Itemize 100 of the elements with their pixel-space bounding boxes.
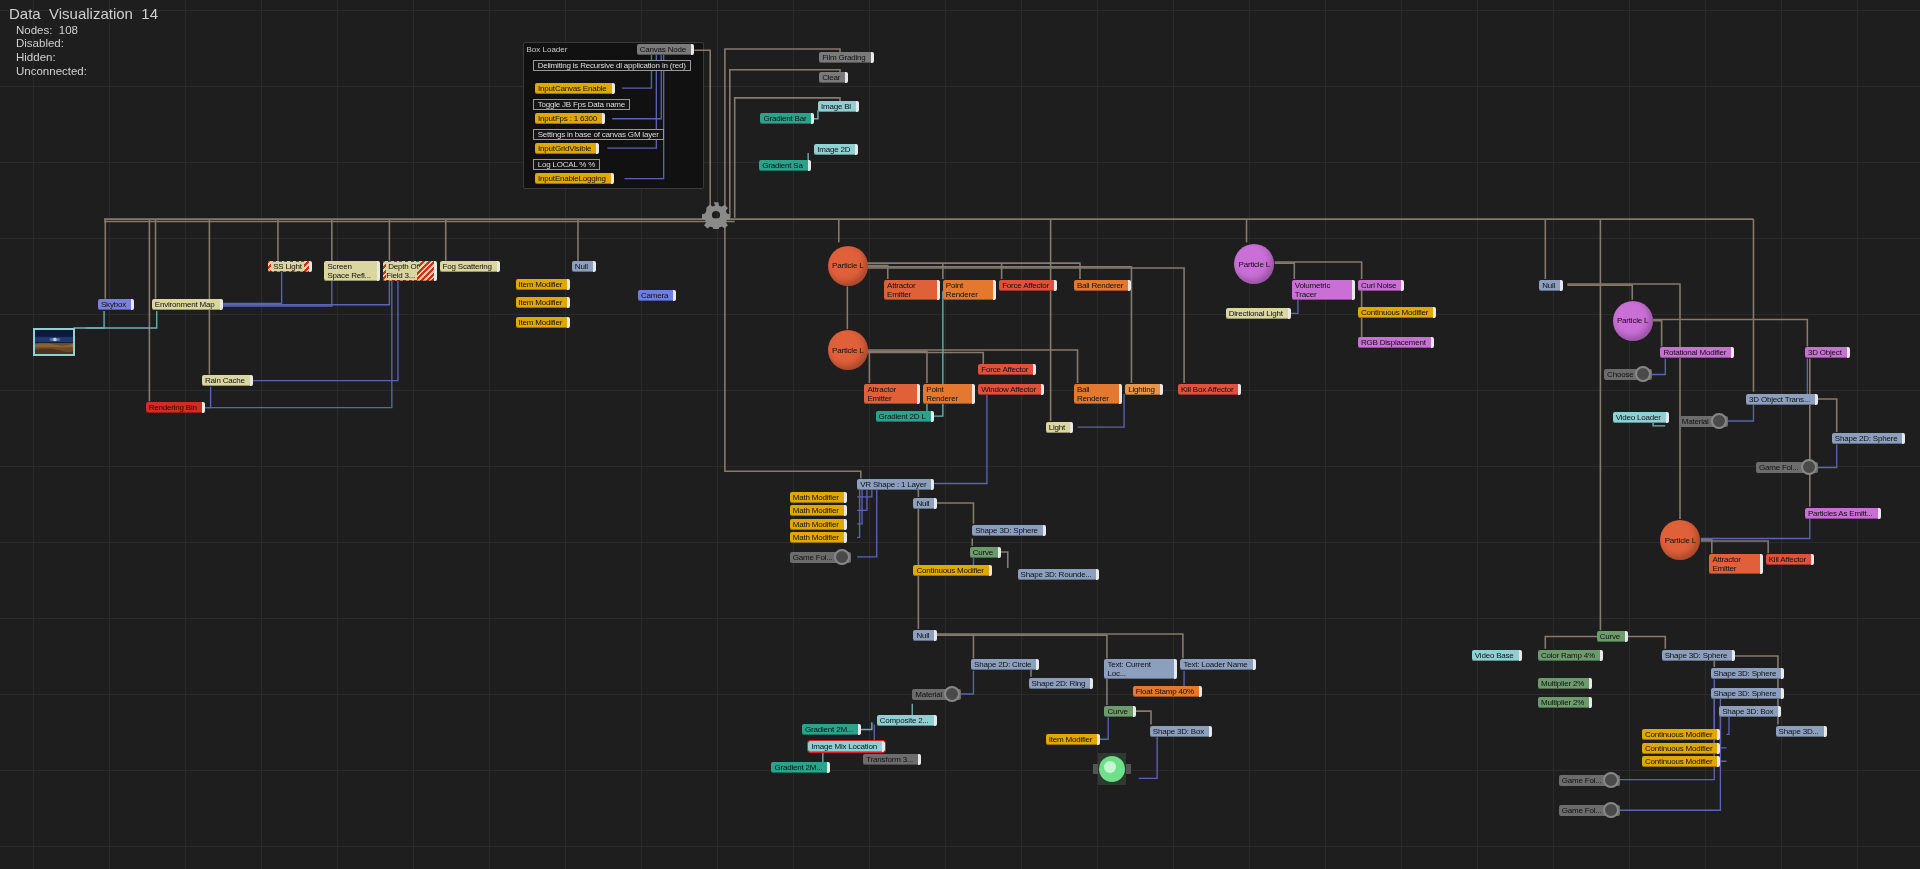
graph-node[interactable]: Kill Box Affector xyxy=(1177,383,1242,395)
sphere-node[interactable]: Particle L xyxy=(1612,300,1653,341)
dial-node[interactable]: Material xyxy=(912,688,962,700)
sphere-node[interactable]: Particle L xyxy=(1660,520,1701,560)
graph-node[interactable]: Attractor Emitter xyxy=(864,383,921,404)
graph-node[interactable]: 3D Object xyxy=(1804,347,1850,359)
graph-node[interactable]: Window Affector xyxy=(978,383,1045,395)
graph-node[interactable]: Force Affector xyxy=(978,364,1037,376)
graph-node[interactable]: Fog Scattering xyxy=(439,261,500,273)
graph-node[interactable]: Image Mix Location xyxy=(808,741,885,753)
graph-node[interactable]: InputFps : 1 6300 xyxy=(535,113,605,124)
graph-node[interactable]: Text: Loader Name xyxy=(1180,659,1256,671)
graph-node[interactable]: Directional Light xyxy=(1225,307,1291,319)
graph-node[interactable]: Skybox xyxy=(97,299,134,311)
dial-node[interactable]: Material xyxy=(1678,415,1728,427)
graph-node[interactable]: Item Modifier xyxy=(515,316,571,328)
comment-node[interactable]: Delimiting is Recursive dl application in (red) xyxy=(532,60,691,71)
graph-node[interactable]: Continuous Modifier xyxy=(1642,729,1721,741)
graph-node[interactable]: SS Light xyxy=(268,261,312,273)
graph-node[interactable]: Shape 3D: Box xyxy=(1719,705,1782,717)
graph-node[interactable]: Multiplier 2% xyxy=(1537,697,1593,709)
graph-node[interactable]: Gradient 2M... xyxy=(802,724,861,736)
graph-node[interactable]: Depth Of Field 3... xyxy=(383,261,437,282)
graph-node[interactable]: VR Shape : 1 Layer xyxy=(857,479,935,491)
graph-node[interactable]: Light xyxy=(1045,421,1074,433)
graph-node[interactable]: Image 2D xyxy=(814,143,859,155)
graph-node[interactable]: Item Modifier xyxy=(515,296,571,308)
dial-node[interactable]: Game Fol... xyxy=(789,551,852,563)
graph-node[interactable]: Rain Cache xyxy=(202,375,253,387)
graph-node[interactable]: Gradient Bar xyxy=(760,113,815,125)
graph-node[interactable]: Gradient Sa xyxy=(759,159,811,171)
graph-node[interactable]: Environment Map xyxy=(151,299,223,311)
graph-node[interactable]: Attractor Emitter xyxy=(1709,554,1763,575)
graph-node[interactable]: Curve xyxy=(1596,631,1629,643)
graph-node[interactable]: Curve xyxy=(969,546,1002,558)
graph-node[interactable]: Gradient 2D L xyxy=(875,410,934,422)
graph-node[interactable]: Null xyxy=(571,261,596,273)
comment-node[interactable]: Toggle JB Fps Data name xyxy=(532,98,631,110)
sphere-node[interactable]: Particle L xyxy=(827,330,868,371)
graph-node[interactable]: Math Modifier xyxy=(789,491,847,503)
graph-node[interactable]: Transform 3... xyxy=(863,753,921,765)
graph-node[interactable]: Image Bl xyxy=(817,101,859,112)
graph-node[interactable]: Shape 3D: Sphere xyxy=(972,524,1046,536)
graph-node[interactable]: Force Affector xyxy=(999,279,1058,291)
graph-node[interactable]: Continuous Modifier xyxy=(1642,756,1721,768)
graph-node[interactable]: Continuous Modifier xyxy=(1642,742,1721,754)
graph-node[interactable]: Screen Space Refl... xyxy=(324,261,381,282)
graph-node[interactable]: Shape 3D: Sphere xyxy=(1661,649,1736,661)
graph-node[interactable]: Math Modifier xyxy=(789,505,847,517)
graph-node[interactable]: Rendering Bin xyxy=(145,402,205,414)
graph-node[interactable]: Shape 3D: Rounde... xyxy=(1017,568,1100,580)
graph-node[interactable]: Point Renderer xyxy=(942,279,997,300)
graph-node[interactable]: Multiplier 2% xyxy=(1537,677,1593,689)
graph-node[interactable]: Shape 2D: Circle xyxy=(971,659,1040,671)
graph-node[interactable]: Canvas Node xyxy=(636,44,694,56)
graph-node[interactable]: Gradient 2M... xyxy=(771,762,831,774)
graph-node[interactable]: Kill Affector xyxy=(1765,554,1814,566)
graph-node[interactable]: Video Loader xyxy=(1612,412,1669,424)
graph-node[interactable]: Shape 3D: Sphere xyxy=(1710,687,1785,699)
comment-node[interactable]: Settings in base of canvas GM layer xyxy=(532,128,664,140)
graph-node[interactable]: Clear xyxy=(819,71,849,83)
dial-node[interactable]: Game Fol... xyxy=(1558,805,1621,817)
graph-node[interactable]: Attractor Emitter xyxy=(884,279,940,300)
graph-node[interactable]: Curl Noise xyxy=(1357,279,1405,291)
graph-node[interactable]: InputEnableLogging xyxy=(535,173,614,184)
graph-node[interactable]: Shape 3D: Sphere xyxy=(1710,667,1785,679)
graph-node[interactable]: 3D Object Trans... xyxy=(1746,393,1818,405)
graph-node[interactable]: Color Ramp 4% xyxy=(1537,649,1603,661)
graph-node[interactable]: Curve xyxy=(1104,705,1136,717)
graph-node[interactable]: Shape 2D: Ring xyxy=(1028,677,1094,689)
graph-node[interactable]: Null xyxy=(913,497,938,509)
graph-node[interactable]: Lighting xyxy=(1125,383,1163,395)
graph-node[interactable]: Camera xyxy=(637,289,677,301)
graph-node[interactable]: Math Modifier xyxy=(789,532,847,544)
graph-node[interactable]: Text: Current Loc... xyxy=(1104,659,1178,680)
graph-node[interactable]: InputGridVisible xyxy=(535,143,600,154)
graph-node[interactable]: Ball Renderer xyxy=(1073,279,1132,291)
graph-node[interactable]: Null xyxy=(1539,279,1564,291)
comment-node[interactable]: Log LOCAL % % xyxy=(532,158,601,170)
graph-node[interactable]: Point Renderer xyxy=(923,383,976,404)
sphere-node[interactable]: Particle L xyxy=(827,245,868,286)
graph-node[interactable]: Video Base xyxy=(1471,649,1522,661)
graph-node[interactable]: Item Modifier xyxy=(1045,734,1101,746)
graph-node[interactable]: Particles As Emitt... xyxy=(1804,507,1881,519)
graph-node[interactable]: Item Modifier xyxy=(515,278,571,290)
graph-node[interactable]: RGB Displacement xyxy=(1357,337,1434,349)
graph-node[interactable]: Float Stamp 40% xyxy=(1132,686,1202,698)
graph-node[interactable]: Film Grading xyxy=(819,52,874,64)
graph-node[interactable]: Null xyxy=(913,630,938,641)
dial-node[interactable]: Game Fol... xyxy=(1558,774,1621,786)
graph-node[interactable]: Rotational Modifier xyxy=(1660,347,1735,359)
graph-node[interactable]: Continuous Modifier xyxy=(1357,306,1437,318)
dial-node[interactable]: Choose xyxy=(1604,369,1653,381)
graph-node[interactable]: Volumetric Tracer xyxy=(1291,279,1355,300)
graph-node[interactable]: Continuous Modifier xyxy=(913,565,992,577)
graph-node[interactable]: Ball Renderer xyxy=(1073,383,1123,404)
sphere-node[interactable]: Particle L xyxy=(1234,244,1275,285)
graph-node[interactable]: Shape 3D: Box xyxy=(1149,725,1212,737)
graph-node[interactable]: Composite 2... xyxy=(876,714,937,726)
graph-node[interactable]: Shape 2D: Sphere xyxy=(1831,432,1906,444)
